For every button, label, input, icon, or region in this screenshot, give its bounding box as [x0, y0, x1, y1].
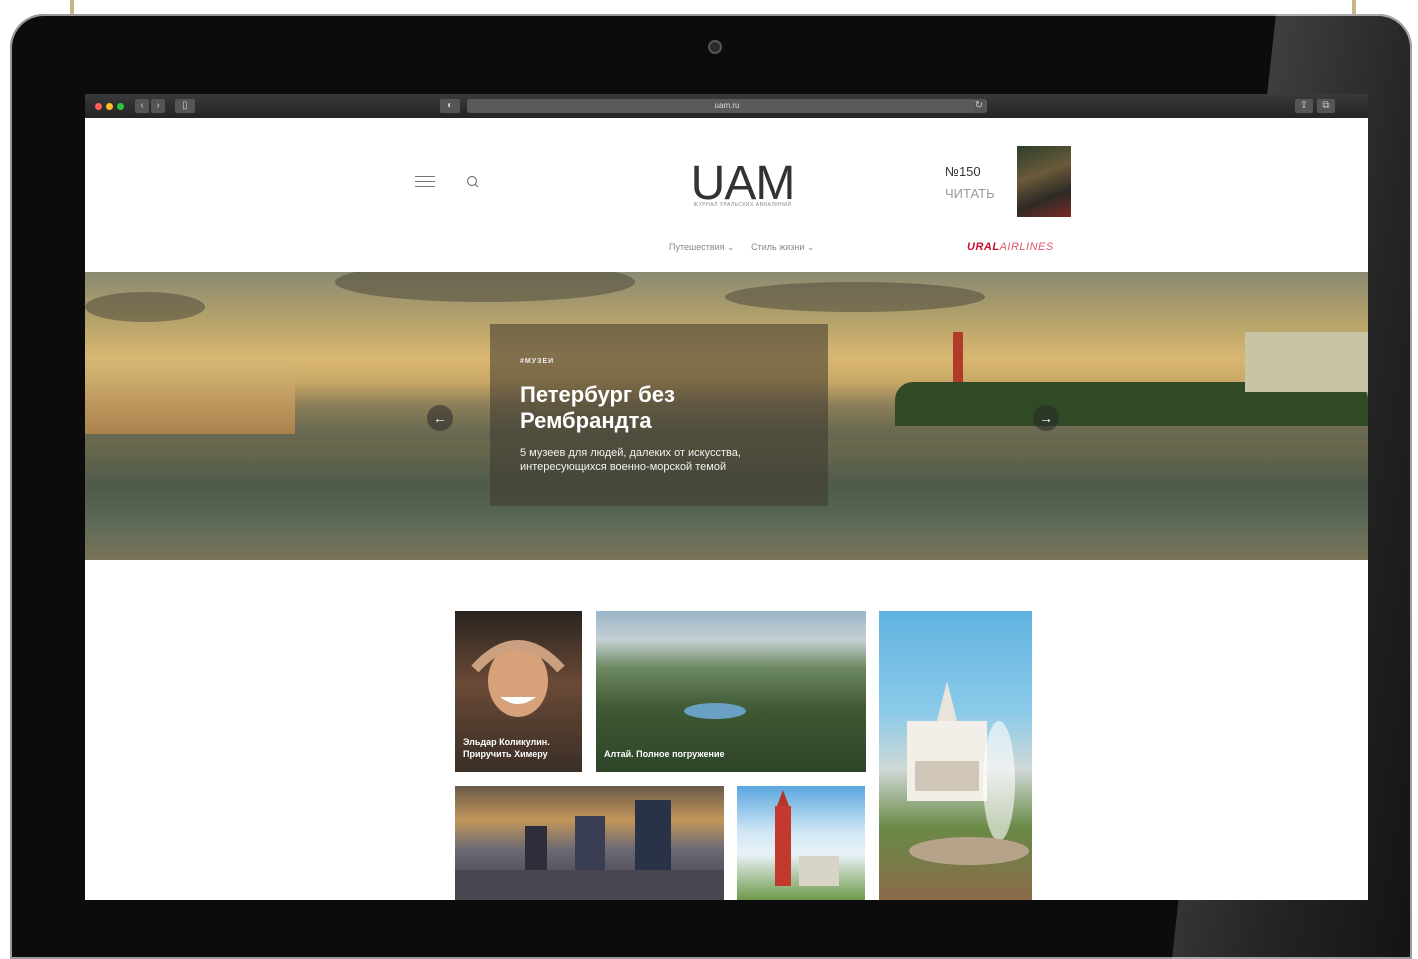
monitor: ‹ › ▯ ◐ uam.ru ↻ ⇪ ⧉ UAM ЖУРНАЛ УРАЛЬСКИ…: [10, 14, 1412, 959]
minimize-window-icon[interactable]: [106, 103, 113, 110]
close-window-icon[interactable]: [95, 103, 102, 110]
article-tile[interactable]: [737, 786, 865, 900]
share-icon[interactable]: ⇪: [1295, 99, 1313, 113]
airline-logo-bold: URAL: [967, 241, 1000, 253]
read-issue-link[interactable]: ЧИТАТЬ: [945, 186, 995, 201]
hero-cloud: [725, 282, 985, 312]
issue-cover-image[interactable]: [1017, 146, 1071, 217]
site-header: UAM ЖУРНАЛ УРАЛЬСКИХ АВИАЛИНИЙ №150 ЧИТА…: [85, 118, 1368, 272]
camera-icon: [708, 40, 722, 54]
article-tile[interactable]: [879, 611, 1032, 900]
search-icon[interactable]: [465, 174, 481, 190]
privacy-shield-icon[interactable]: ◐: [440, 99, 460, 113]
nav-item-lifestyle[interactable]: Стиль жизни ⌄: [751, 242, 814, 252]
tile-caption: Эльдар Коликулин. Приручить Химеру: [463, 737, 550, 759]
article-tile[interactable]: Эльдар Коликулин. Приручить Химеру: [455, 611, 582, 772]
site-logo-subtitle: ЖУРНАЛ УРАЛЬСКИХ АВИАЛИНИЙ: [693, 202, 792, 208]
hamburger-icon[interactable]: [415, 176, 435, 190]
sidebar-toggle-icon[interactable]: ▯: [175, 99, 195, 113]
slider-prev-button[interactable]: ←: [427, 405, 453, 431]
lake-image: [684, 703, 746, 719]
tabs-icon[interactable]: ⧉: [1317, 99, 1335, 113]
airline-logo-light: AIRLINES: [999, 241, 1054, 253]
hero-cloud: [85, 292, 205, 322]
fountain-building-image: [907, 681, 1029, 865]
address-bar-text: uam.ru: [714, 101, 740, 110]
issue-number: №150: [945, 164, 981, 179]
tile-caption: Алтай. Полное погружение: [604, 749, 725, 759]
main-nav: Путешествия ⌄ Стиль жизни ⌄: [669, 242, 828, 253]
maximize-window-icon[interactable]: [117, 103, 124, 110]
article-tile[interactable]: [455, 786, 724, 900]
browser-screen: ‹ › ▯ ◐ uam.ru ↻ ⇪ ⧉ UAM ЖУРНАЛ УРАЛЬСКИ…: [85, 94, 1368, 900]
hero-card[interactable]: #МУЗЕИ Петербург без Рембрандта 5 музеев…: [490, 324, 828, 506]
hero-palace: [85, 364, 295, 434]
address-bar[interactable]: uam.ru: [467, 99, 987, 113]
hero-subtitle: 5 музеев для людей, далеких от искусства…: [520, 447, 741, 473]
nav-item-travel[interactable]: Путешествия ⌄: [669, 242, 735, 252]
browser-toolbar: ‹ › ▯ ◐ uam.ru ↻ ⇪ ⧉: [85, 94, 1368, 118]
article-tile[interactable]: Алтай. Полное погружение: [596, 611, 866, 772]
apple-logo-icon: [695, 899, 735, 939]
hero-title[interactable]: Петербург без Рембрандта: [520, 382, 810, 434]
ural-airlines-logo[interactable]: URALAIRLINES: [967, 241, 1054, 253]
reload-icon[interactable]: ↻: [973, 99, 985, 113]
slider-next-button[interactable]: →: [1033, 405, 1059, 431]
hero-slider: ← → #МУЗЕИ Петербург без Рембрандта 5 му…: [85, 272, 1368, 560]
back-button[interactable]: ‹: [135, 99, 149, 113]
city-night-image: [455, 800, 724, 900]
hero-building-right: [1245, 332, 1368, 392]
forward-button[interactable]: ›: [151, 99, 165, 113]
hero-cloud: [335, 272, 635, 302]
hero-tag[interactable]: #МУЗЕИ: [520, 358, 554, 365]
church-image: [775, 790, 839, 886]
